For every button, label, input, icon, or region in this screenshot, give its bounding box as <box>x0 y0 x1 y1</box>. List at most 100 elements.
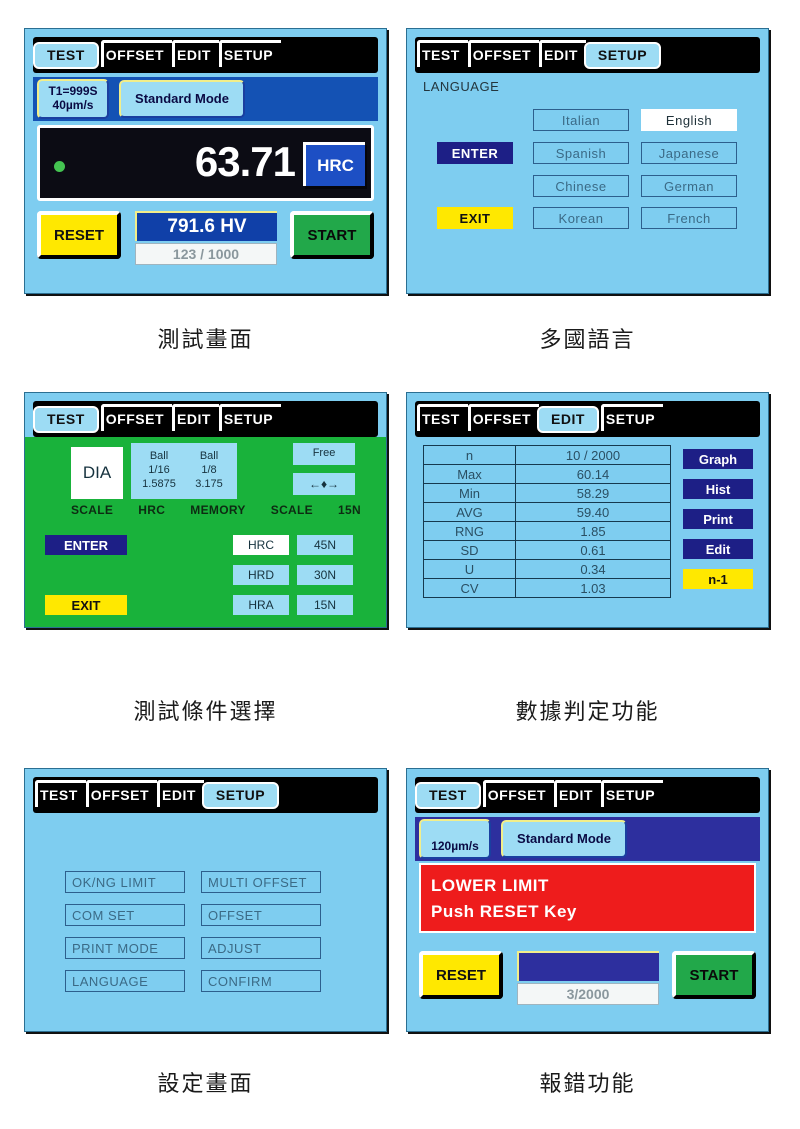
panel-error: TEST OFFSET EDIT SETUP 120µm/s Standard … <box>406 768 769 1032</box>
speed-chip[interactable]: 120µm/s <box>419 819 491 859</box>
caption-language: 多國語言 <box>539 328 636 353</box>
edit-button[interactable]: Edit <box>683 539 753 559</box>
scale-badge[interactable]: HRC <box>303 142 365 186</box>
device-screen-error: TEST OFFSET EDIT SETUP 120µm/s Standard … <box>406 768 769 1032</box>
menu-multi-offset[interactable]: MULTI OFFSET <box>201 871 321 893</box>
language-option-english[interactable]: English <box>641 109 737 131</box>
reset-button[interactable]: RESET <box>419 951 503 999</box>
language-title: LANGUAGE <box>423 79 500 94</box>
n-minus-1-button[interactable]: n-1 <box>683 569 753 589</box>
table-row: n 10 / 2000 <box>423 445 671 465</box>
label-scale-2: SCALE <box>270 503 313 517</box>
tab-test[interactable]: TEST <box>33 405 99 433</box>
tab-offset[interactable]: OFFSET <box>99 404 173 431</box>
tab-setup[interactable]: SETUP <box>217 40 282 67</box>
enter-button[interactable]: ENTER <box>45 535 127 555</box>
indenter-ball-1-16-tile[interactable]: Ball 1/16 1.5875 <box>131 443 187 499</box>
tab-setup[interactable]: SETUP <box>217 404 282 431</box>
tab-setup[interactable]: SETUP <box>583 41 662 69</box>
reset-button[interactable]: RESET <box>37 211 121 259</box>
panel-language: TEST OFFSET EDIT SETUP LANGUAGE Italian … <box>406 28 769 294</box>
table-row: AVG 59.40 <box>423 502 671 522</box>
tab-offset[interactable]: OFFSET <box>481 780 555 807</box>
panel-test: TEST OFFSET EDIT SETUP T1=999S 40µm/s St… <box>24 28 387 294</box>
tab-offset[interactable]: OFFSET <box>99 40 173 67</box>
mode-chip[interactable]: Standard Mode <box>501 820 627 858</box>
table-row: Max 60.14 <box>423 464 671 484</box>
tab-edit[interactable]: EDIT <box>170 404 219 431</box>
language-option-spanish[interactable]: Spanish <box>533 142 629 164</box>
stat-label: SD <box>423 540 516 560</box>
menu-language[interactable]: LANGUAGE <box>65 970 185 992</box>
menu-print-mode[interactable]: PRINT MODE <box>65 937 185 959</box>
tab-edit[interactable]: EDIT <box>170 40 219 67</box>
tab-setup[interactable]: SETUP <box>599 780 664 807</box>
tab-setup[interactable]: SETUP <box>599 404 664 431</box>
indenter-dia-tile[interactable]: DIA <box>71 447 123 499</box>
caption-setup: 設定畫面 <box>157 1072 254 1097</box>
ball2-line2: 1/8 <box>201 464 217 477</box>
tab-test[interactable]: TEST <box>415 781 481 809</box>
ball2-line3: 3.175 <box>195 477 223 490</box>
print-button[interactable]: Print <box>683 509 753 529</box>
tab-edit[interactable]: EDIT <box>537 40 586 67</box>
dwell-time-chip[interactable]: T1=999S 40µm/s <box>37 79 109 119</box>
force-option-45n[interactable]: 45N <box>297 535 353 555</box>
statistics-table: n 10 / 2000 Max 60.14 Min 58.29 AVG 59.4… <box>423 445 671 598</box>
menu-confirm[interactable]: CONFIRM <box>201 970 321 992</box>
indenter-ball-1-8-tile[interactable]: Ball 1/8 3.175 <box>181 443 237 499</box>
page-root: TEST OFFSET EDIT SETUP T1=999S 40µm/s St… <box>0 0 800 1129</box>
tab-edit[interactable]: EDIT <box>552 780 601 807</box>
stat-value: 1.85 <box>515 521 671 541</box>
label-memory: MEMORY <box>190 503 246 517</box>
device-screen-setup: TEST OFFSET EDIT SETUP OK/NG LIMIT COM S… <box>24 768 387 1032</box>
sample-counter: 3/2000 <box>517 983 659 1005</box>
tab-test[interactable]: TEST <box>33 41 99 69</box>
tab-offset[interactable]: OFFSET <box>466 404 540 431</box>
menu-offset[interactable]: OFFSET <box>201 904 321 926</box>
tab-setup[interactable]: SETUP <box>201 781 280 809</box>
scale-option-hrc[interactable]: HRC <box>233 535 289 555</box>
scale-option-hra[interactable]: HRA <box>233 595 289 615</box>
free-mode-tile[interactable]: Free <box>293 443 355 465</box>
mode-chip[interactable]: Standard Mode <box>119 80 245 118</box>
menu-com-set[interactable]: COM SET <box>65 904 185 926</box>
enter-button[interactable]: ENTER <box>437 142 513 164</box>
scale-option-hrd[interactable]: HRD <box>233 565 289 585</box>
tab-offset[interactable]: OFFSET <box>466 40 540 67</box>
exit-button[interactable]: EXIT <box>45 595 127 615</box>
dwell-time-line1: T1=999S <box>48 84 98 99</box>
stat-value: 60.14 <box>515 464 671 484</box>
tab-test[interactable]: TEST <box>415 40 468 67</box>
language-option-japanese[interactable]: Japanese <box>641 142 737 164</box>
language-option-korean[interactable]: Korean <box>533 207 629 229</box>
menu-ok-ng-limit[interactable]: OK/NG LIMIT <box>65 871 185 893</box>
force-option-30n[interactable]: 30N <box>297 565 353 585</box>
menu-adjust[interactable]: ADJUST <box>201 937 321 959</box>
language-option-italian[interactable]: Italian <box>533 109 629 131</box>
start-button[interactable]: START <box>290 211 374 259</box>
ball1-line1: Ball <box>149 450 169 463</box>
force-option-15n[interactable]: 15N <box>297 595 353 615</box>
tab-edit[interactable]: EDIT <box>537 405 599 433</box>
start-button[interactable]: START <box>672 951 756 999</box>
tab-test[interactable]: TEST <box>415 404 468 431</box>
speed-value: 120µm/s <box>431 839 479 854</box>
conditions-label-row: SCALE HRC MEMORY SCALE 15N <box>71 503 361 517</box>
table-row: SD 0.61 <box>423 540 671 560</box>
exit-button[interactable]: EXIT <box>437 207 513 229</box>
graph-button[interactable]: Graph <box>683 449 753 469</box>
measurement-display: 63.71 HRC <box>37 125 374 201</box>
tab-test[interactable]: TEST <box>33 780 86 807</box>
left-right-arrows-icon[interactable]: ←♦→ <box>293 473 355 495</box>
caption-error: 報錯功能 <box>539 1072 636 1097</box>
stat-label: Max <box>423 464 516 484</box>
language-option-german[interactable]: German <box>641 175 737 197</box>
language-option-chinese[interactable]: Chinese <box>533 175 629 197</box>
hist-button[interactable]: Hist <box>683 479 753 499</box>
language-option-french[interactable]: French <box>641 207 737 229</box>
tab-edit[interactable]: EDIT <box>155 780 204 807</box>
converted-value-empty <box>517 951 659 981</box>
device-screen-conditions: TEST OFFSET EDIT SETUP DIA Ball 1/16 1.5… <box>24 392 387 628</box>
tab-offset[interactable]: OFFSET <box>84 780 158 807</box>
